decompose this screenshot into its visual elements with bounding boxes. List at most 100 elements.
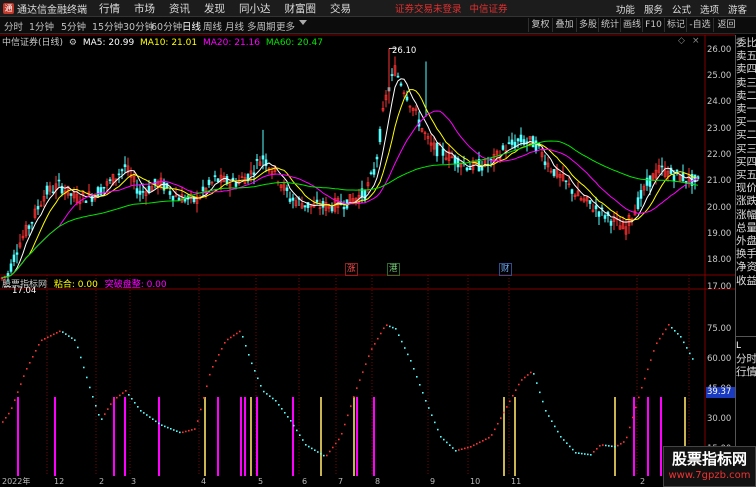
menu-markets[interactable]: 市场 bbox=[134, 1, 155, 16]
menu-trade[interactable]: 交易 bbox=[330, 1, 351, 16]
candle-body bbox=[552, 169, 556, 176]
sidebar-item[interactable]: 卖四 bbox=[736, 63, 756, 75]
indicator-dot bbox=[116, 396, 118, 399]
candle-body bbox=[45, 185, 49, 195]
app-title: 通达信金融终端 bbox=[17, 4, 87, 16]
sidebar-item[interactable]: 换手 bbox=[736, 248, 756, 260]
sidebar-item[interactable]: 现价 bbox=[736, 182, 756, 194]
candle-body bbox=[543, 161, 547, 166]
indicator-dot bbox=[29, 362, 31, 364]
sidebar-item[interactable]: 卖三 bbox=[736, 77, 756, 89]
toolbar-overlay[interactable]: 叠加 bbox=[552, 18, 576, 32]
toolbar-mark[interactable]: 标记 bbox=[664, 18, 686, 32]
broker-name[interactable]: 中信证券 bbox=[470, 1, 508, 15]
menu-formula[interactable]: 公式 bbox=[672, 2, 691, 16]
kline-chart[interactable] bbox=[0, 34, 735, 476]
converge-bar bbox=[204, 397, 206, 476]
menu-functions[interactable]: 功能 bbox=[616, 2, 635, 16]
menu-options[interactable]: 选项 bbox=[700, 2, 719, 16]
period-tab-multi[interactable]: 多周期 bbox=[247, 19, 276, 33]
indicator-dot bbox=[647, 368, 649, 371]
period-tab-monthly[interactable]: 月线 bbox=[225, 19, 244, 33]
trade-login-warning[interactable]: 证券交易未登录 bbox=[395, 1, 462, 15]
sidebar-item[interactable]: L bbox=[736, 340, 756, 352]
indicator-dot bbox=[641, 386, 643, 389]
menu-news[interactable]: 资讯 bbox=[169, 1, 190, 16]
indicator-dot bbox=[302, 439, 304, 441]
date-tick-label: 7 bbox=[338, 477, 344, 486]
candle-body bbox=[177, 197, 181, 201]
sidebar-item[interactable]: 总量 bbox=[736, 222, 756, 234]
period-tab-30min[interactable]: 30分钟 bbox=[123, 19, 154, 33]
sidebar-item[interactable]: 委比 bbox=[736, 37, 756, 49]
guest-user[interactable]: 游客 bbox=[728, 2, 747, 16]
chevron-down-icon[interactable] bbox=[299, 20, 307, 25]
toolbar-restore-rights[interactable]: 复权 bbox=[528, 18, 552, 32]
menu-market[interactable]: 行情 bbox=[99, 1, 120, 16]
indicator-dot bbox=[152, 418, 154, 420]
chart-title: 中信证券(日线) bbox=[2, 38, 64, 48]
event-financial-report[interactable]: 财 bbox=[499, 263, 512, 276]
sidebar-item[interactable]: 卖五 bbox=[736, 50, 756, 62]
period-tab-15min[interactable]: 15分钟 bbox=[92, 19, 123, 33]
indicator-dot bbox=[461, 448, 463, 450]
sidebar-item[interactable]: 收益 bbox=[736, 275, 756, 287]
period-tab-60min[interactable]: 60分钟 bbox=[151, 19, 182, 33]
sidebar-item[interactable]: 涨跌 bbox=[736, 195, 756, 207]
converge-bar bbox=[614, 397, 616, 476]
close-icon[interactable]: × bbox=[692, 36, 700, 46]
toolbar-multi-stock[interactable]: 多股 bbox=[576, 18, 598, 32]
period-tab-intraday[interactable]: 分时 bbox=[4, 19, 23, 33]
candle-body bbox=[315, 199, 319, 203]
indicator-dot bbox=[446, 441, 448, 444]
indicator-dot bbox=[260, 385, 262, 387]
sidebar-item[interactable]: 买一 bbox=[736, 116, 756, 128]
sidebar-item[interactable]: 净资 bbox=[736, 261, 756, 273]
menu-tongxiaoda[interactable]: 同小达 bbox=[239, 1, 271, 16]
sidebar-item[interactable]: 分时 bbox=[736, 353, 756, 365]
candle-body bbox=[36, 206, 40, 210]
menu-discover[interactable]: 发现 bbox=[204, 1, 225, 16]
sidebar-item[interactable]: 行情 bbox=[736, 366, 756, 378]
sidebar-item[interactable]: 买二 bbox=[736, 129, 756, 141]
sidebar-item[interactable]: 买四 bbox=[736, 156, 756, 168]
indicator-dot bbox=[488, 437, 490, 439]
period-tab-daily[interactable]: 日线 bbox=[182, 19, 201, 33]
period-tab-1min[interactable]: 1分钟 bbox=[29, 19, 54, 33]
chart-legend: 中信证券(日线) ⚙ MA5: 20.99 MA10: 21.01 MA20: … bbox=[2, 35, 326, 48]
indicator-dot bbox=[386, 324, 388, 326]
period-tab-weekly[interactable]: 周线 bbox=[203, 19, 222, 33]
candle-body bbox=[252, 172, 256, 176]
candle-body bbox=[153, 178, 157, 186]
price-tick-label: 22.00 bbox=[707, 150, 732, 160]
toolbar-remove-favorite[interactable]: -自选 bbox=[686, 18, 713, 32]
sidebar-item[interactable]: 买五 bbox=[736, 169, 756, 181]
indicator-dot bbox=[338, 438, 340, 441]
indicator-dot bbox=[491, 434, 493, 436]
indicator-dot bbox=[305, 444, 307, 446]
sidebar-item[interactable]: 卖一 bbox=[736, 103, 756, 115]
menu-wealth-circle[interactable]: 财富圈 bbox=[285, 1, 317, 16]
toolbar-statistics[interactable]: 统计 bbox=[598, 18, 620, 32]
indicator-dot bbox=[566, 442, 568, 444]
indicator-dot bbox=[224, 342, 226, 344]
period-tab-more[interactable]: 更多 bbox=[276, 19, 295, 33]
sidebar-item[interactable]: 涨幅 bbox=[736, 209, 756, 221]
sidebar-item[interactable]: 买三 bbox=[736, 143, 756, 155]
menu-services[interactable]: 服务 bbox=[644, 2, 663, 16]
converge-bar bbox=[250, 397, 252, 476]
indicator-dot bbox=[161, 424, 163, 426]
candle-body bbox=[12, 254, 16, 262]
toolbar-draw-lines[interactable]: 画线 bbox=[620, 18, 642, 32]
sidebar-item[interactable]: 卖二 bbox=[736, 90, 756, 102]
indicator-dot bbox=[506, 406, 508, 408]
sidebar-item[interactable]: 外盘 bbox=[736, 235, 756, 247]
indicator-dot bbox=[227, 338, 229, 341]
toolbar-back[interactable]: 返回 bbox=[713, 18, 739, 32]
toolbar-f10[interactable]: F10 bbox=[642, 18, 664, 32]
event-hk-connect[interactable]: 港 bbox=[387, 263, 400, 276]
zoom-diamond-icon[interactable]: ◇ bbox=[678, 36, 685, 46]
event-limit-up[interactable]: 涨 bbox=[345, 263, 358, 276]
settings-icon[interactable]: ⚙ bbox=[69, 38, 77, 48]
period-tab-5min[interactable]: 5分钟 bbox=[61, 19, 86, 33]
